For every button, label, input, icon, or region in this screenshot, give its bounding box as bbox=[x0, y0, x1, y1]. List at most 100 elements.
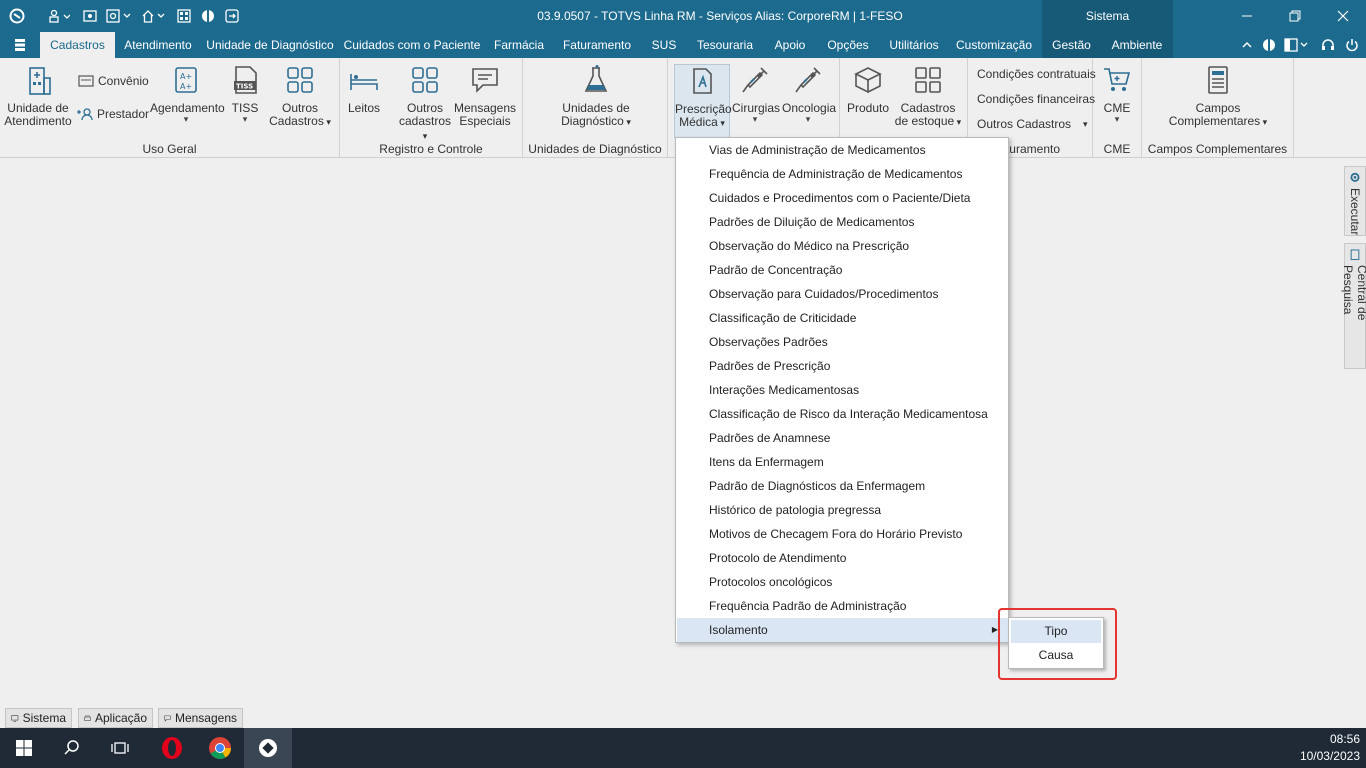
central-pesquisa-tab[interactable]: Central de Pesquisa bbox=[1341, 243, 1366, 369]
tiss-button[interactable]: TISS TISS ▾ bbox=[228, 64, 262, 124]
restore-button[interactable] bbox=[1272, 0, 1318, 32]
bottom-tab-mensagens[interactable]: Mensagens bbox=[158, 708, 243, 728]
menu-item-diagnosticos-enfermagem[interactable]: Padrão de Diagnósticos da Enfermagem bbox=[677, 474, 1008, 498]
prescricao-medica-button[interactable]: Prescrição Médica ▾ bbox=[674, 64, 732, 138]
menu-item-observacoes-padroes[interactable]: Observações Padrões bbox=[677, 330, 1008, 354]
users-icon[interactable] bbox=[44, 0, 74, 32]
tab-tesouraria[interactable]: Tesouraria bbox=[690, 32, 760, 58]
bottom-tab-sistema[interactable]: Sistema bbox=[5, 708, 72, 728]
chevron-down-icon: ▾ bbox=[805, 114, 811, 124]
apps-grid-icon bbox=[287, 67, 313, 93]
group-label-unidades-diagnostico: Unidades de Diagnóstico bbox=[528, 142, 662, 156]
unidades-diagnostico-button[interactable]: Unidades de Diagnóstico ▾ bbox=[553, 64, 639, 129]
power-icon[interactable] bbox=[1342, 32, 1362, 58]
tab-sus[interactable]: SUS bbox=[644, 32, 684, 58]
context-tab-sistema[interactable]: Sistema bbox=[1042, 0, 1173, 32]
tab-ambiente[interactable]: Ambiente bbox=[1101, 32, 1173, 58]
tab-customizacao[interactable]: Customização bbox=[952, 32, 1036, 58]
menu-item-classificacao-risco[interactable]: Classificação de Risco da Interação Medi… bbox=[677, 402, 1008, 426]
exit-icon[interactable] bbox=[222, 0, 242, 32]
tab-apoio[interactable]: Apoio bbox=[766, 32, 814, 58]
menu-item-motivos-checagem[interactable]: Motivos de Checagem Fora do Horário Prev… bbox=[677, 522, 1008, 546]
outros-cadastros-button[interactable]: Outros Cadastros ▾ bbox=[266, 64, 334, 129]
cadastros-estoque-button[interactable]: Cadastros de estoque ▾ bbox=[892, 64, 964, 129]
condicoes-financeiras-button[interactable]: Condições financeiras bbox=[977, 92, 1095, 106]
produto-button[interactable]: Produto bbox=[846, 64, 890, 115]
cirurgias-button[interactable]: Cirurgias ▾ bbox=[732, 64, 781, 124]
menu-item-frequencia-administracao[interactable]: Frequência de Administração de Medicamen… bbox=[677, 162, 1008, 186]
produto-label: Produto bbox=[846, 101, 890, 115]
cadastros-estoque-label: Cadastros de estoque bbox=[894, 101, 956, 128]
task-view-icon[interactable] bbox=[96, 728, 144, 768]
menu-item-padroes-anamnese[interactable]: Padrões de Anamnese bbox=[677, 426, 1008, 450]
close-button[interactable] bbox=[1320, 0, 1366, 32]
cme-button[interactable]: CME ▾ bbox=[1099, 64, 1135, 124]
menu-item-vias-administracao[interactable]: Vias de Administração de Medicamentos bbox=[677, 138, 1008, 162]
menu-item-protocolo-atendimento[interactable]: Protocolo de Atendimento bbox=[677, 546, 1008, 570]
opera-icon[interactable] bbox=[148, 728, 196, 768]
minimize-button[interactable] bbox=[1224, 0, 1270, 32]
system-clock[interactable]: 08:56 10/03/2023 bbox=[1300, 731, 1360, 765]
tab-opcoes[interactable]: Opções bbox=[820, 32, 876, 58]
main-menu-icon[interactable] bbox=[8, 32, 32, 58]
menu-item-protocolos-oncologicos[interactable]: Protocolos oncológicos bbox=[677, 570, 1008, 594]
cart-icon bbox=[1104, 68, 1131, 91]
tab-cuidados-paciente[interactable]: Cuidados com o Paciente bbox=[342, 32, 482, 58]
collapse-ribbon-icon[interactable] bbox=[1238, 32, 1256, 58]
bottom-tab-aplicacao[interactable]: Aplicação bbox=[78, 708, 153, 728]
totvs-logo-icon[interactable] bbox=[4, 0, 30, 32]
menu-item-isolamento[interactable]: Isolamento ▶ bbox=[677, 618, 1008, 642]
oncologia-button[interactable]: Oncologia ▾ bbox=[782, 64, 837, 124]
outros-cadastros-faturamento-button[interactable]: Outros Cadastros ▾ bbox=[977, 117, 1088, 131]
tab-unidade-diagnostico[interactable]: Unidade de Diagnóstico bbox=[204, 32, 336, 58]
menu-item-cuidados-procedimentos[interactable]: Cuidados e Procedimentos com o Paciente/… bbox=[677, 186, 1008, 210]
cirurgias-label: Cirurgias bbox=[732, 101, 781, 115]
menu-item-padroes-prescricao[interactable]: Padrões de Prescrição bbox=[677, 354, 1008, 378]
menu-item-frequencia-padrao[interactable]: Frequência Padrão de Administração bbox=[677, 594, 1008, 618]
clock-date: 10/03/2023 bbox=[1299, 749, 1360, 763]
executar-tab[interactable]: Executar bbox=[1344, 166, 1366, 236]
windows-start-icon[interactable] bbox=[0, 728, 48, 768]
menu-item-interacoes-medicamentosas[interactable]: Interações Medicamentosas bbox=[677, 378, 1008, 402]
totvs-app-icon[interactable] bbox=[244, 728, 292, 768]
tab-utilitarios[interactable]: Utilitários bbox=[882, 32, 946, 58]
mensagens-especiais-button[interactable]: Mensagens Especiais bbox=[452, 64, 518, 128]
help-circle-icon[interactable] bbox=[1260, 32, 1278, 58]
tab-faturamento[interactable]: Faturamento bbox=[556, 32, 638, 58]
menu-item-classificacao-criticidade[interactable]: Classificação de Criticidade bbox=[677, 306, 1008, 330]
menu-item-itens-enfermagem[interactable]: Itens da Enfermagem bbox=[677, 450, 1008, 474]
mensagens-especiais-label: Mensagens Especiais bbox=[453, 101, 517, 128]
executar-label: Executar bbox=[1348, 187, 1362, 235]
menu-item-observacao-medico[interactable]: Observação do Médico na Prescrição bbox=[677, 234, 1008, 258]
menu-item-historico-patologia[interactable]: Histórico de patologia pregressa bbox=[677, 498, 1008, 522]
menu-item-padroes-diluicao[interactable]: Padrões de Diluição de Medicamentos bbox=[677, 210, 1008, 234]
tab-gestao[interactable]: Gestão bbox=[1042, 32, 1101, 58]
tab-farmacia[interactable]: Farmácia bbox=[488, 32, 550, 58]
group-registro-controle: Leitos Outros cadastros ▾ Mensagens Espe… bbox=[340, 58, 523, 158]
grid-icon[interactable] bbox=[174, 0, 194, 32]
settings-icon[interactable] bbox=[104, 0, 134, 32]
help-icon[interactable] bbox=[198, 0, 218, 32]
tab-atendimento[interactable]: Atendimento bbox=[118, 32, 198, 58]
search-icon[interactable] bbox=[48, 728, 96, 768]
box-icon bbox=[854, 67, 882, 94]
home-icon[interactable] bbox=[140, 0, 168, 32]
condicoes-contratuais-button[interactable]: Condições contratuais bbox=[977, 67, 1096, 81]
outros-cadastros-registro-button[interactable]: Outros cadastros ▾ bbox=[396, 64, 454, 143]
convenio-button[interactable]: Convênio bbox=[78, 74, 149, 88]
leitos-button[interactable]: Leitos bbox=[346, 64, 382, 115]
unidade-atendimento-button[interactable]: Unidade de Atendimento bbox=[4, 64, 72, 128]
chrome-icon[interactable] bbox=[196, 728, 244, 768]
campos-complementares-button[interactable]: Campos Complementares ▾ bbox=[1168, 64, 1268, 129]
group-label-registro-controle: Registro e Controle bbox=[379, 142, 483, 156]
menu-item-observacao-cuidados[interactable]: Observação para Cuidados/Procedimentos bbox=[677, 282, 1008, 306]
support-icon[interactable] bbox=[1318, 32, 1338, 58]
prestador-button[interactable]: Prestador bbox=[76, 107, 149, 121]
agendamento-button[interactable]: A+ A+ Agendamento ▾ bbox=[150, 64, 225, 124]
layout-icon[interactable] bbox=[1282, 32, 1312, 58]
oncologia-label: Oncologia bbox=[782, 101, 837, 115]
menu-item-padrao-concentracao[interactable]: Padrão de Concentração bbox=[677, 258, 1008, 282]
message-icon bbox=[472, 68, 498, 93]
screen-icon[interactable] bbox=[80, 0, 100, 32]
tab-cadastros[interactable]: Cadastros bbox=[40, 32, 115, 58]
